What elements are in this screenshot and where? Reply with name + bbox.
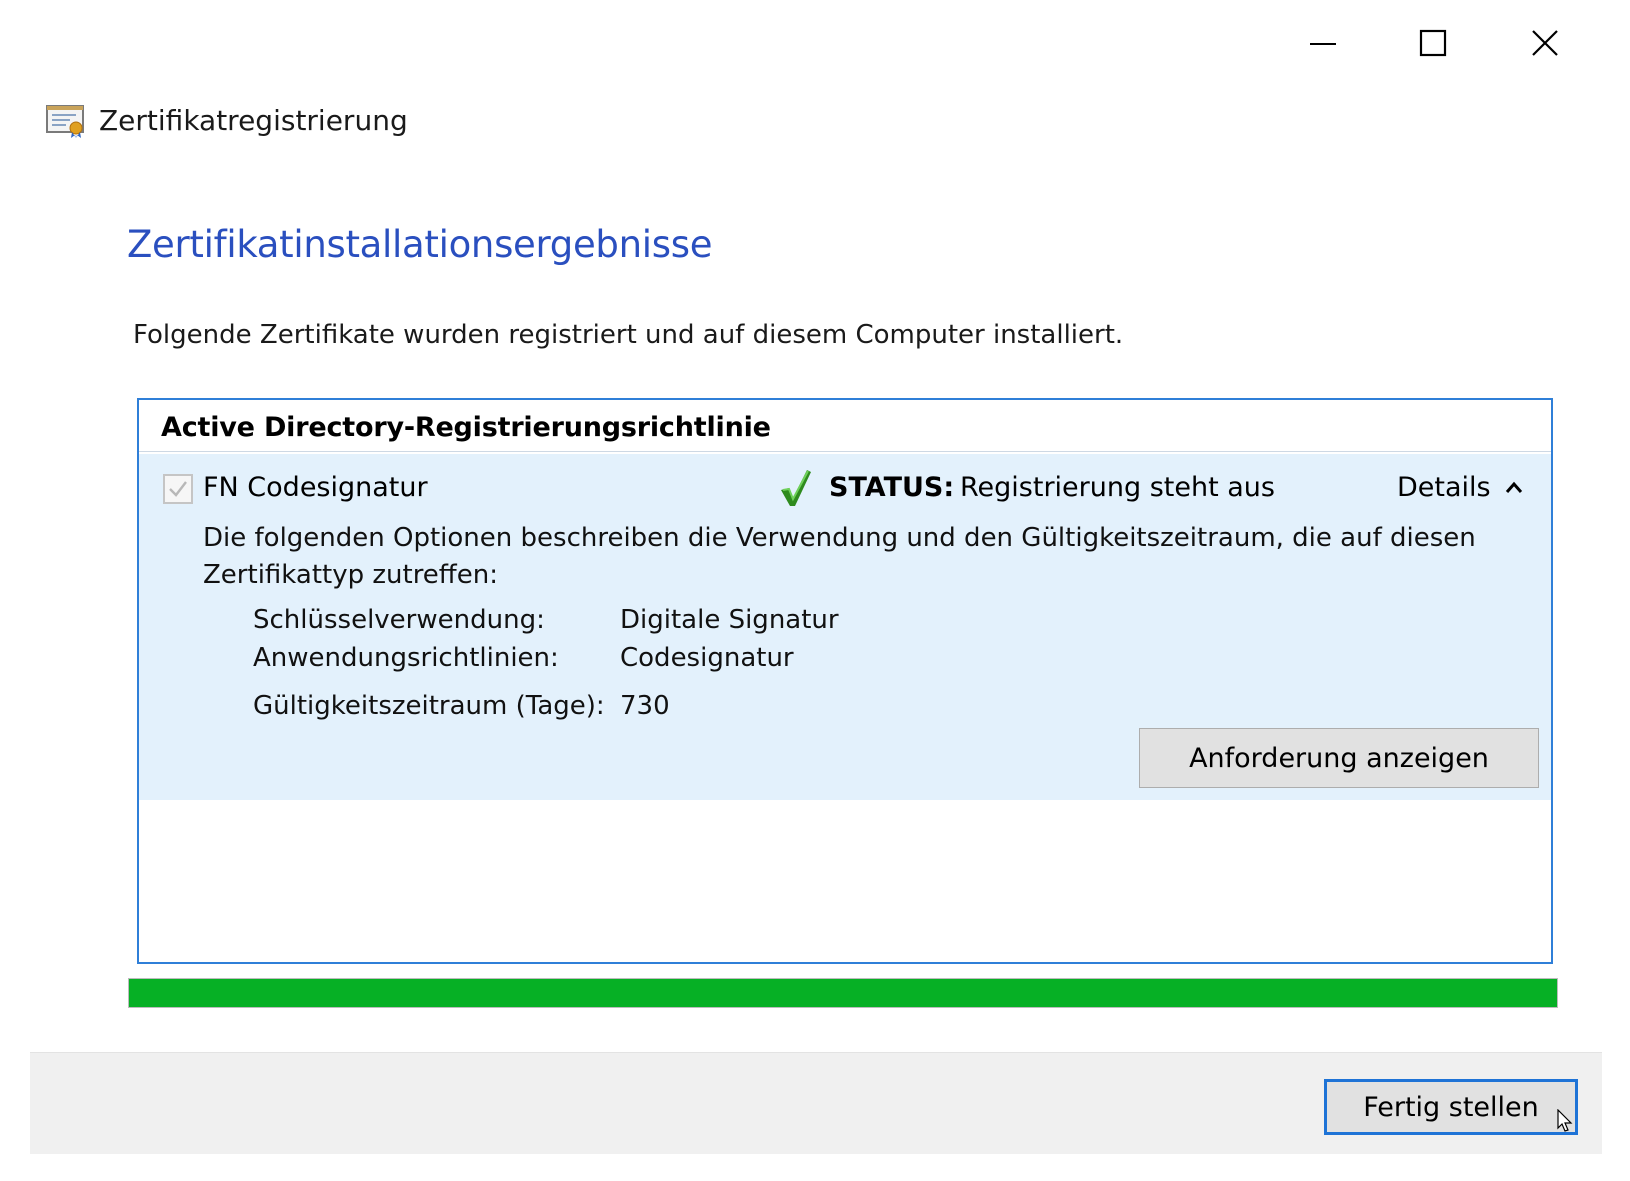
details-label: Details [1397,472,1491,503]
maximize-button[interactable] [1378,12,1488,74]
certificate-item[interactable]: FN Codesignatur STATUS: Registrierung st… [139,454,1551,800]
finish-button[interactable]: Fertig stellen [1324,1079,1578,1135]
minimize-button[interactable] [1268,12,1378,74]
view-request-button[interactable]: Anforderung anzeigen [1139,728,1539,788]
property-value: Codesignatur [620,643,794,673]
certificate-checkbox[interactable] [163,474,193,504]
close-button[interactable] [1490,12,1600,74]
property-key: Anwendungsrichtlinien: [253,643,559,673]
certificate-name: FN Codesignatur [203,472,428,503]
property-value: Digitale Signatur [620,605,839,635]
progress-fill [129,979,1557,1007]
property-key: Gültigkeitszeitraum (Tage): [253,691,605,721]
property-key: Schlüsselverwendung: [253,605,545,635]
dialog-footer: Fertig stellen [30,1052,1602,1154]
close-icon [1532,30,1558,56]
certificate-description: Die folgenden Optionen beschreiben die V… [203,523,1476,590]
status-value: Registrierung steht aus [960,472,1275,503]
details-toggle[interactable]: Details [1397,470,1523,506]
progress-bar [128,978,1558,1008]
intro-text: Folgende Zertifikate wurden registriert … [133,320,1124,350]
certificate-icon [46,105,84,138]
certificate-list[interactable]: Active Directory-Registrierungsrichtlini… [137,398,1553,964]
checkmark-icon [169,481,187,497]
policy-group-title: Active Directory-Registrierungsrichtlini… [161,412,771,443]
maximize-icon [1419,29,1447,57]
policy-group-header: Active Directory-Registrierungsrichtlini… [139,400,1551,452]
status-label: STATUS: [829,472,955,503]
green-check-icon [781,470,811,506]
chevron-up-icon [1505,481,1522,493]
minimize-icon [1310,43,1336,45]
window-title: Zertifikatregistrierung [99,104,408,137]
mouse-cursor-icon [1557,1109,1573,1132]
page-heading: Zertifikatinstallationsergebnisse [127,223,713,266]
property-value: 730 [620,691,670,721]
